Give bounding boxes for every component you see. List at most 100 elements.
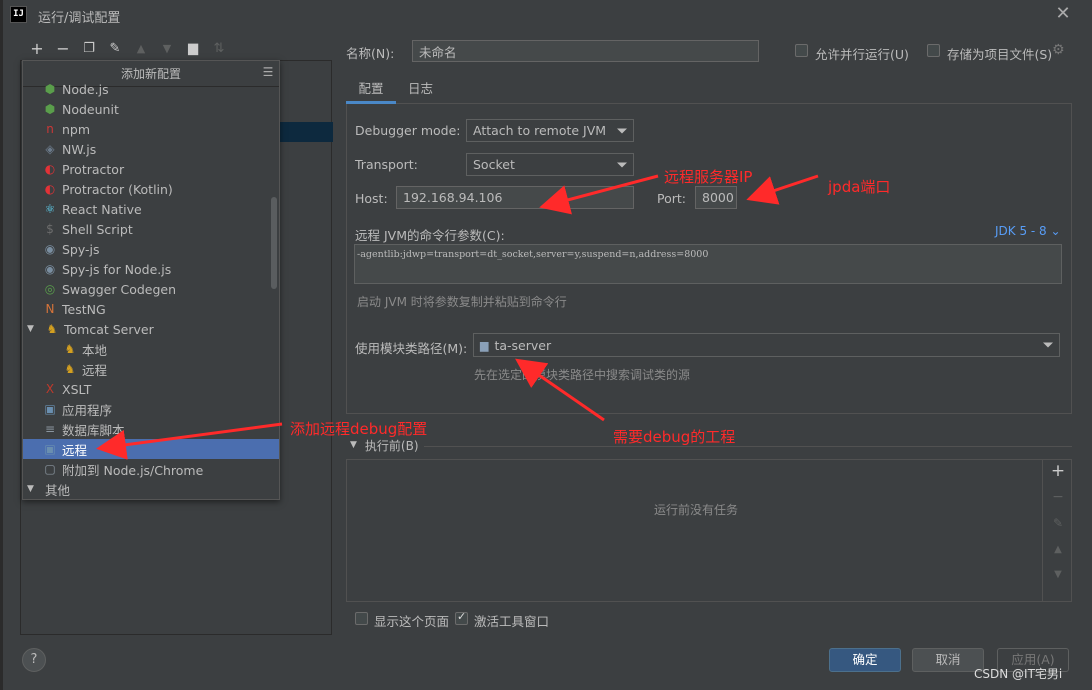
- move-down-icon[interactable]: ▼: [1050, 567, 1066, 583]
- gear-icon[interactable]: ⚙: [1052, 42, 1065, 58]
- show-page-checkbox[interactable]: [355, 612, 368, 625]
- popup-item[interactable]: ◐ Protractor: [23, 159, 279, 179]
- move-up-icon[interactable]: ▲: [1050, 542, 1066, 558]
- jdk-version-link[interactable]: JDK 5 - 8 ⌄: [995, 224, 1061, 238]
- annotation-add-remote: 添加远程debug配置: [290, 420, 428, 438]
- debugger-mode-select[interactable]: Attach to remote JVM: [466, 119, 634, 142]
- popup-item-label: npm: [62, 121, 91, 137]
- name-input[interactable]: 未命名: [412, 40, 759, 62]
- allow-parallel-checkbox[interactable]: [795, 44, 808, 57]
- expand-triangle-icon[interactable]: ▼: [27, 484, 39, 494]
- activate-tool-checkbox[interactable]: [455, 610, 468, 625]
- ok-button[interactable]: 确定: [829, 648, 901, 672]
- wrench-icon[interactable]: ✎: [102, 38, 128, 58]
- popup-item[interactable]: ◉ Spy-js: [23, 239, 279, 259]
- module-select[interactable]: ▆ ta-server: [473, 333, 1060, 357]
- testng-icon: N: [45, 302, 55, 316]
- host-input[interactable]: 192.168.94.106: [396, 186, 634, 209]
- folder-add-icon[interactable]: ▆: [180, 38, 206, 58]
- debugger-mode-label: Debugger mode:: [355, 123, 461, 138]
- xslt-icon: X: [45, 382, 55, 396]
- popup-item[interactable]: ▼ ♞ Tomcat Server: [23, 319, 279, 339]
- npm-icon: n: [46, 122, 54, 136]
- tomcat-icon: ♞: [64, 362, 76, 376]
- popup-item-label: Protractor: [62, 161, 125, 177]
- name-label: 名称(N):: [346, 46, 395, 61]
- popup-item[interactable]: ≡ 数据库脚本: [23, 419, 279, 439]
- tab-config[interactable]: 配置: [346, 78, 396, 104]
- popup-item-label: 本地: [82, 342, 108, 358]
- popup-item[interactable]: X XSLT: [23, 379, 279, 399]
- copy-icon[interactable]: ❐: [76, 38, 102, 58]
- move-up-icon[interactable]: ▲: [128, 38, 154, 58]
- annotation-remote-ip: 远程服务器IP: [664, 168, 753, 186]
- popup-item-label: 其他: [45, 482, 71, 498]
- transport-select[interactable]: Socket: [466, 153, 634, 176]
- host-label: Host:: [355, 191, 388, 206]
- nodejs-icon: ⬢: [44, 82, 56, 96]
- annotation-need-debug: 需要debug的工程: [613, 428, 736, 446]
- popup-item[interactable]: $ Shell Script: [23, 219, 279, 239]
- remove-icon[interactable]: −: [50, 38, 76, 58]
- add-config-popup: 添加新配置 ☰ ⬢ Node.js ⬢ Nodeunit n npm ◈ NW.js ◐ Prot…: [22, 60, 280, 500]
- popup-item[interactable]: ⬢ Node.js: [23, 79, 279, 99]
- popup-item[interactable]: ▣ 远程: [23, 439, 279, 459]
- store-project-checkbox[interactable]: [927, 44, 940, 57]
- popup-scrollbar[interactable]: [271, 197, 277, 289]
- shell-icon: $: [46, 222, 54, 236]
- move-down-icon[interactable]: ▼: [154, 38, 180, 58]
- intellij-icon: IJ: [10, 6, 27, 23]
- popup-item[interactable]: ◉ Spy-js for Node.js: [23, 259, 279, 279]
- popup-item[interactable]: ◈ NW.js: [23, 139, 279, 159]
- popup-item-label: 数据库脚本: [62, 422, 125, 438]
- popup-item[interactable]: ◎ Swagger Codegen: [23, 279, 279, 299]
- before-launch-label: 执行前(B): [364, 438, 419, 453]
- nodeunit-icon: ⬢: [44, 102, 56, 116]
- popup-item[interactable]: ◐ Protractor (Kotlin): [23, 179, 279, 199]
- module-folder-icon: ▆: [480, 338, 489, 352]
- popup-item[interactable]: ▼ 其他: [23, 479, 279, 499]
- tab-log[interactable]: 日志: [408, 78, 433, 104]
- popup-item[interactable]: n npm: [23, 119, 279, 139]
- swagger-icon: ◎: [44, 282, 56, 296]
- popup-item[interactable]: ⚛ React Native: [23, 199, 279, 219]
- chevron-down-icon: [617, 128, 627, 133]
- popup-item[interactable]: ▢ 附加到 Node.js/Chrome: [23, 459, 279, 479]
- transport-value: Socket: [473, 157, 515, 172]
- popup-item-label: TestNG: [62, 301, 106, 317]
- allow-parallel-label: 允许并行运行(U): [815, 47, 909, 62]
- sort-icon[interactable]: ⇅: [206, 38, 232, 58]
- divider: [424, 446, 1072, 447]
- cmdline-textarea[interactable]: -agentlib:jdwp=transport=dt_socket,serve…: [354, 244, 1062, 284]
- application-icon: ▣: [44, 402, 56, 416]
- close-icon[interactable]: ✕: [1052, 3, 1074, 25]
- add-icon[interactable]: +: [24, 38, 50, 58]
- edit-task-icon[interactable]: ✎: [1050, 515, 1066, 531]
- popup-item-label: NW.js: [62, 141, 97, 157]
- popup-item[interactable]: ♞ 远程: [23, 359, 279, 379]
- expand-triangle-icon[interactable]: ▼: [27, 324, 39, 334]
- add-task-icon[interactable]: +: [1050, 463, 1066, 480]
- popup-item-label: 应用程序: [62, 402, 113, 418]
- tomcat-icon: ♞: [46, 322, 58, 336]
- popup-item[interactable]: N TestNG: [23, 299, 279, 319]
- popup-item-label: 远程: [82, 362, 108, 378]
- popup-item[interactable]: ⬢ Nodeunit: [23, 99, 279, 119]
- module-hint: 先在选定的模块类路径中搜索调试类的源: [474, 368, 691, 382]
- no-tasks-text: 运行前没有任务: [654, 503, 739, 517]
- activate-tool-label: 激活工具窗口: [474, 614, 550, 629]
- protractor-icon: ◐: [44, 162, 56, 176]
- config-toolbar: + − ❐ ✎ ▲ ▼ ▆ ⇅: [24, 38, 232, 58]
- popup-item[interactable]: ♞ 本地: [23, 339, 279, 359]
- debugger-mode-value: Attach to remote JVM: [473, 123, 607, 138]
- port-label: Port:: [657, 191, 686, 206]
- popup-item[interactable]: ▣ 应用程序: [23, 399, 279, 419]
- help-button[interactable]: ?: [22, 648, 46, 672]
- annotation-jpda-port: jpda端口: [828, 178, 891, 196]
- remove-task-icon[interactable]: −: [1050, 489, 1066, 505]
- port-input[interactable]: 8000: [695, 186, 737, 209]
- react-icon: ⚛: [44, 202, 56, 216]
- attach-icon: ▢: [44, 462, 56, 476]
- chevron-down-icon: [1043, 342, 1053, 348]
- collapse-triangle-icon: ▼: [350, 440, 357, 450]
